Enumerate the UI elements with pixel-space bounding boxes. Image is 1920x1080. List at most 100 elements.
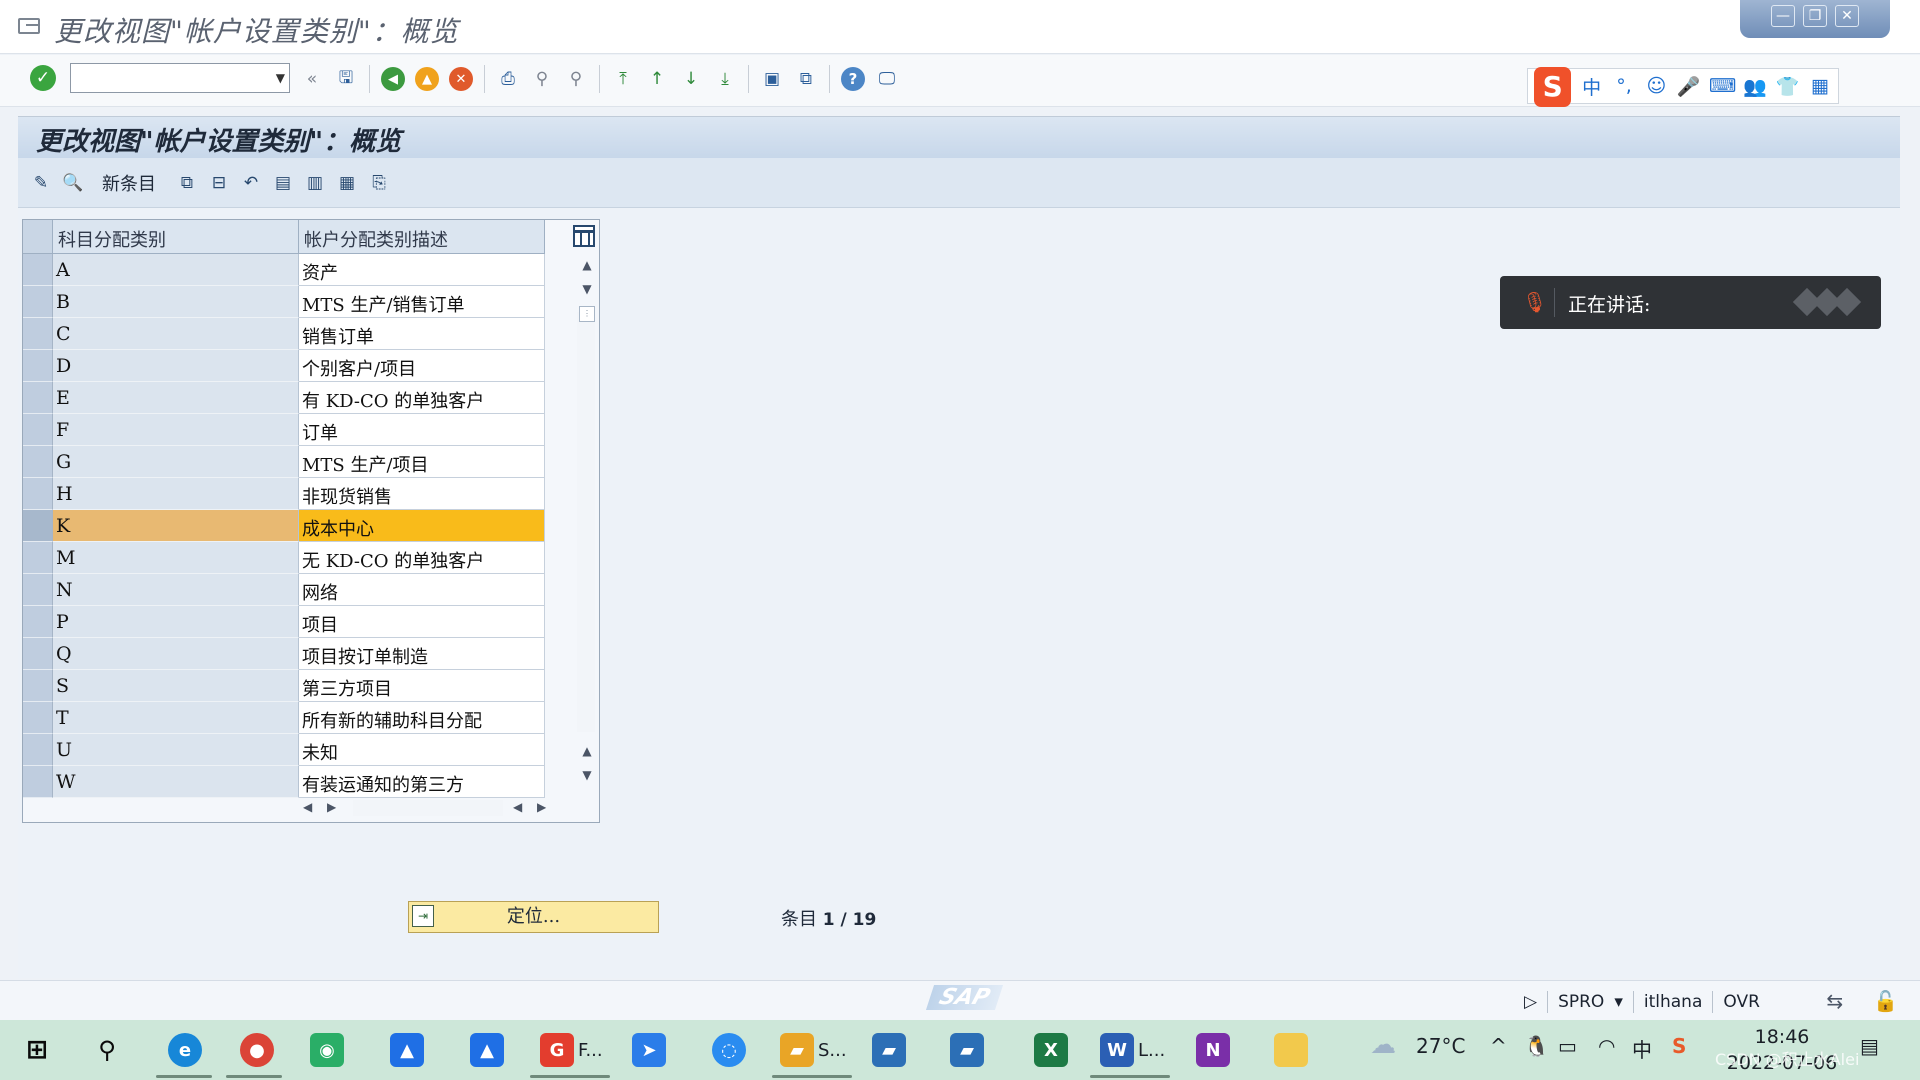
table-row[interactable]: M无 KD-CO 的单独客户 <box>23 542 545 574</box>
chinese-mode-icon[interactable]: 中 <box>1579 73 1603 100</box>
table-settings-icon[interactable] <box>573 225 595 247</box>
play-icon[interactable]: ▷ <box>1524 992 1537 1012</box>
scroll-right-icon[interactable]: ▶ <box>327 800 336 814</box>
select-block-icon[interactable]: ▥ <box>302 170 328 196</box>
taskbar-feishu[interactable]: ➤ <box>632 1032 666 1068</box>
cell-description[interactable]: 非现货销售 <box>299 478 545 510</box>
row-selector[interactable] <box>23 350 53 382</box>
vertical-scrollbar[interactable]: ▲ ▼ ⋮ ▲ ▼ <box>575 258 597 794</box>
taskbar-app-mountain-1[interactable]: ▲ <box>390 1032 424 1068</box>
taskbar-chrome[interactable]: ● <box>240 1032 274 1068</box>
skin-icon[interactable]: 👕 <box>1775 75 1800 98</box>
chevron-down-icon[interactable]: ▼ <box>276 66 285 90</box>
cell-description[interactable]: 未知 <box>299 734 545 766</box>
taskbar-sap-gui[interactable]: ▰ S... <box>780 1032 847 1068</box>
shortcut-icon[interactable]: ⧉ <box>792 65 820 93</box>
print-icon[interactable]: ⎙ <box>494 65 522 93</box>
ime-indicator[interactable]: 中 <box>1632 1034 1652 1063</box>
sogou-tray-icon[interactable]: S <box>1672 1034 1686 1058</box>
search-button[interactable]: ⚲ <box>90 1032 124 1068</box>
row-selector[interactable] <box>23 734 53 766</box>
cell-description[interactable]: 个别客户/项目 <box>299 350 545 382</box>
cell-account-category[interactable]: S <box>53 670 299 702</box>
horizontal-scrollbar[interactable]: ◀ ▶ ◀ ▶ <box>303 800 583 818</box>
table-row[interactable]: E有 KD-CO 的单独客户 <box>23 382 545 414</box>
command-input[interactable] <box>71 64 261 92</box>
cell-description[interactable]: 项目 <box>299 606 545 638</box>
delete-icon[interactable]: ⊟ <box>206 170 232 196</box>
cell-account-category[interactable]: G <box>53 446 299 478</box>
table-row[interactable]: F 订单 <box>23 414 545 446</box>
taskbar-app-mountain-2[interactable]: ▲ <box>470 1032 504 1068</box>
cell-account-category[interactable]: D <box>53 350 299 382</box>
cell-account-category[interactable]: N <box>53 574 299 606</box>
scrollbar-thumb[interactable]: ⋮ <box>579 306 595 322</box>
restore-button[interactable]: ❐ <box>1803 5 1827 27</box>
first-page-icon[interactable]: ⤒ <box>609 65 637 93</box>
table-row[interactable]: H 非现货销售 <box>23 478 545 510</box>
emoji-icon[interactable]: ☺ <box>1644 75 1668 97</box>
print-field-list-icon[interactable]: ⎘ <box>366 170 392 196</box>
row-selector[interactable] <box>23 606 53 638</box>
row-selector[interactable] <box>23 702 53 734</box>
cell-description[interactable]: 无 KD-CO 的单独客户 <box>299 542 545 574</box>
cell-description[interactable]: 所有新的辅助科目分配 <box>299 702 545 734</box>
back-icon[interactable]: ◀ <box>379 65 407 93</box>
copy-as-icon[interactable]: ⧉ <box>174 170 200 196</box>
cell-account-category[interactable]: T <box>53 702 299 734</box>
table-row[interactable]: S 第三方项目 <box>23 670 545 702</box>
qq-icon[interactable]: 🐧 <box>1524 1034 1549 1058</box>
horizontal-scrollbar-track[interactable] <box>353 800 503 816</box>
weather-cloud-icon[interactable]: ☁ <box>1370 1030 1396 1060</box>
transaction-code[interactable]: SPRO <box>1558 992 1604 1012</box>
sogou-logo-icon[interactable]: S <box>1534 67 1572 107</box>
taskbar-word[interactable]: W L... <box>1100 1032 1165 1068</box>
row-selector[interactable] <box>23 254 53 286</box>
cell-account-category[interactable]: H <box>53 478 299 510</box>
taskbar-edge[interactable]: e <box>168 1032 202 1068</box>
find-icon[interactable]: ⚲ <box>528 65 556 93</box>
cell-description[interactable]: 有 KD-CO 的单独客户 <box>299 382 545 414</box>
enter-icon[interactable]: ✓ <box>30 65 56 91</box>
taskbar-foxit[interactable]: G F... <box>540 1032 603 1068</box>
row-selector[interactable] <box>23 638 53 670</box>
punctuation-icon[interactable]: °, <box>1612 75 1636 97</box>
select-all-icon[interactable]: ▤ <box>270 170 296 196</box>
scroll-up-icon[interactable]: ▲ <box>580 258 594 272</box>
close-button[interactable]: ✕ <box>1835 5 1859 27</box>
cell-account-category[interactable]: K <box>53 510 299 542</box>
sap-menu-icon[interactable] <box>18 18 40 34</box>
taskbar-onenote[interactable]: N <box>1196 1032 1230 1068</box>
chevron-down-icon[interactable]: ▾ <box>1614 992 1623 1012</box>
display-change-icon[interactable]: ✎ <box>28 170 54 196</box>
unlock-icon[interactable]: 🔓 <box>1873 989 1898 1013</box>
cancel-icon[interactable]: ✕ <box>447 65 475 93</box>
save-icon[interactable]: 🖫 <box>332 65 360 93</box>
page-down-icon[interactable]: ▼ <box>580 282 594 296</box>
row-selector[interactable] <box>23 286 53 318</box>
cell-account-category[interactable]: C <box>53 318 299 350</box>
display-icon[interactable]: 🔍 <box>60 170 86 196</box>
row-selector[interactable] <box>23 670 53 702</box>
scrollbar-track[interactable] <box>577 312 595 732</box>
locate-button[interactable]: ⇥ 定位... <box>408 901 659 933</box>
row-selector[interactable] <box>23 414 53 446</box>
wifi-icon[interactable]: ◠ <box>1598 1034 1615 1058</box>
command-field[interactable]: ▼ <box>70 63 290 93</box>
cell-description[interactable]: 网络 <box>299 574 545 606</box>
row-selector[interactable] <box>23 446 53 478</box>
cell-account-category[interactable]: E <box>53 382 299 414</box>
cell-description[interactable]: 第三方项目 <box>299 670 545 702</box>
cell-account-category[interactable]: P <box>53 606 299 638</box>
cell-account-category[interactable]: F <box>53 414 299 446</box>
cell-description[interactable]: 订单 <box>299 414 545 446</box>
cell-account-category[interactable]: Q <box>53 638 299 670</box>
cell-account-category[interactable]: M <box>53 542 299 574</box>
cell-description[interactable]: 销售订单 <box>299 318 545 350</box>
select-all-rows-button[interactable] <box>23 220 53 254</box>
table-row[interactable]: K 成本中心 <box>23 510 545 542</box>
table-row[interactable]: B MTS 生产/销售订单 <box>23 286 545 318</box>
help-icon[interactable]: ? <box>839 65 867 93</box>
table-row[interactable]: N 网络 <box>23 574 545 606</box>
new-entries-button[interactable]: 新条目 <box>102 170 156 196</box>
